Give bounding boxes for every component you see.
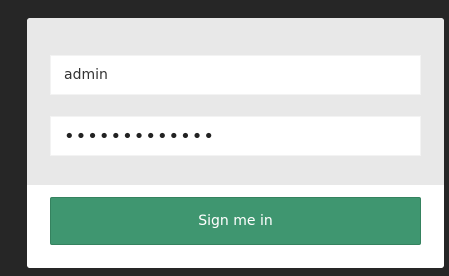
sign-in-label: Sign me in: [198, 213, 273, 229]
credentials-panel: admin •••••••••••••: [27, 18, 444, 185]
username-value: admin: [64, 67, 108, 83]
login-card: admin ••••••••••••• Sign me in: [27, 18, 444, 268]
password-input[interactable]: •••••••••••••: [50, 116, 421, 156]
username-input[interactable]: admin: [50, 55, 421, 95]
sign-in-button[interactable]: Sign me in: [50, 197, 421, 245]
page-frame: admin ••••••••••••• Sign me in: [0, 0, 449, 276]
actions-panel: Sign me in: [27, 185, 444, 268]
password-value: •••••••••••••: [64, 125, 216, 147]
